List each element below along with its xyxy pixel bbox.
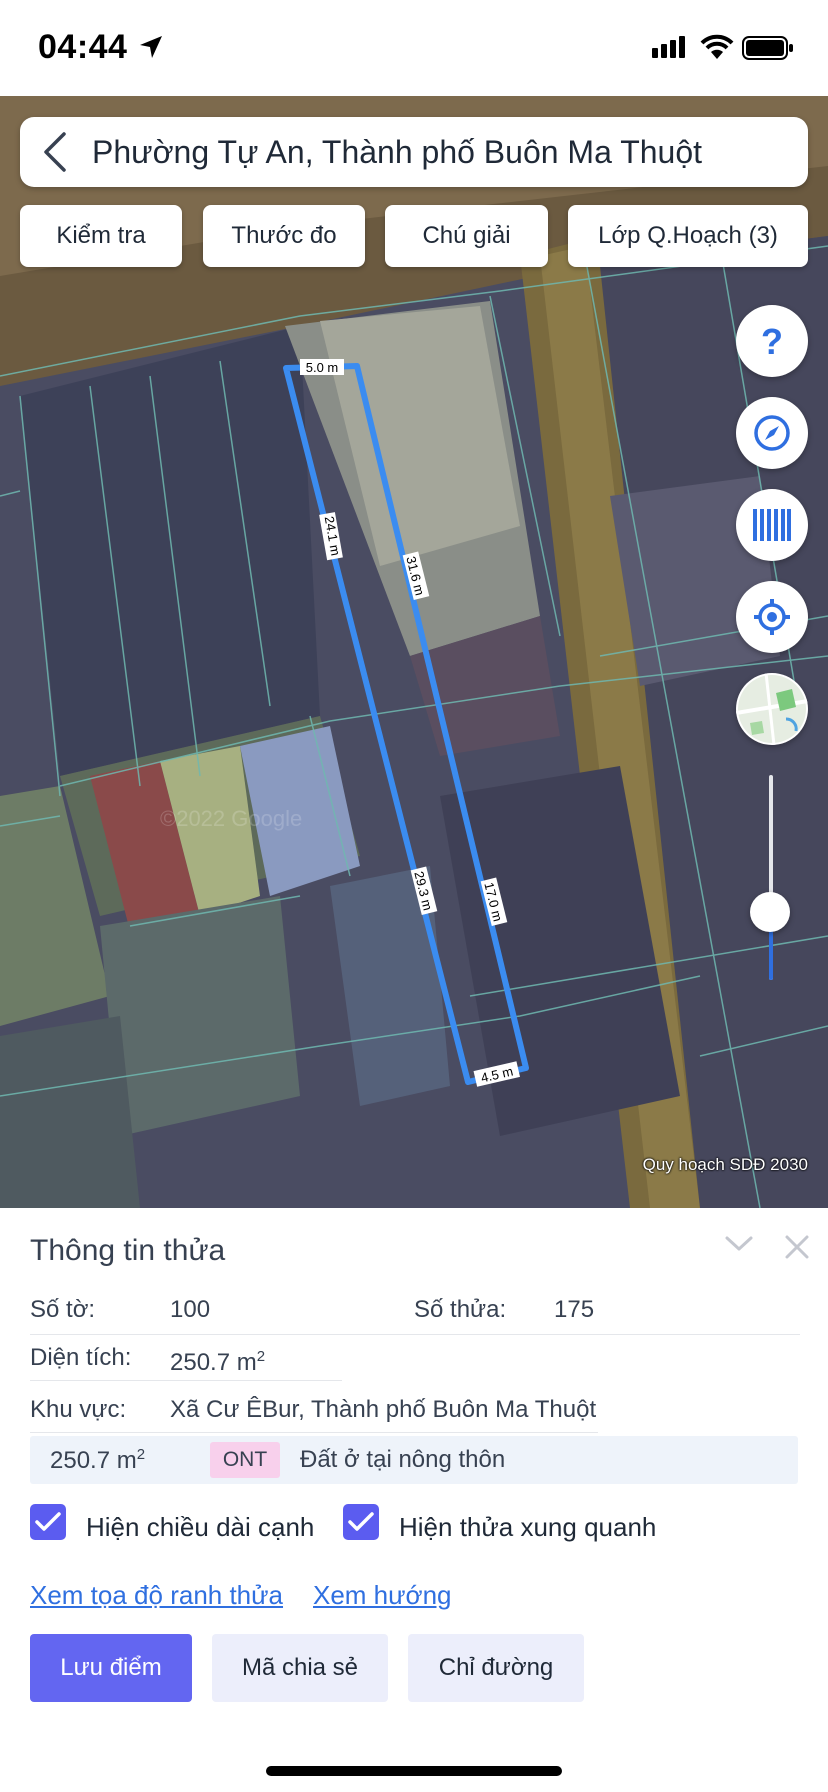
home-indicator <box>266 1766 562 1776</box>
compass-icon <box>754 415 790 451</box>
map-thumbnail-icon <box>736 673 808 745</box>
area-value: 250.7 m2 <box>170 1348 266 1376</box>
compass-button[interactable] <box>736 397 808 469</box>
back-chevron-icon[interactable] <box>42 132 68 172</box>
land-use-code-badge: ONT <box>210 1442 280 1478</box>
layer-opacity-thumb[interactable] <box>750 892 790 932</box>
map-type-button[interactable] <box>736 673 808 745</box>
show-edge-lengths-checkbox[interactable] <box>30 1504 66 1540</box>
crosshair-location-icon <box>754 599 790 635</box>
show-neighbors-label[interactable]: Hiện thửa xung quanh <box>399 1512 656 1543</box>
ruler-button[interactable]: Thước đo <box>203 205 365 267</box>
parcel-info-panel: Thông tin thửa Số tờ: 100 Số thửa: 175 D… <box>0 1208 828 1792</box>
chevron-down-icon[interactable] <box>724 1234 754 1254</box>
location-search-bar[interactable]: Phường Tự An, Thành phố Buôn Ma Thuột <box>20 117 808 187</box>
parcel-number-value: 175 <box>554 1296 595 1323</box>
planning-layers-button[interactable]: Lớp Q.Hoạch (3) <box>568 205 808 267</box>
sheet-label: Số tờ: <box>30 1296 96 1323</box>
edge-label: 5.0 m <box>306 360 339 375</box>
land-use-area: 250.7 m2 <box>50 1446 146 1474</box>
help-icon: ? <box>761 321 783 361</box>
show-neighbors-checkbox[interactable] <box>343 1504 379 1540</box>
legend-button[interactable]: Chú giải <box>385 205 548 267</box>
barcode-button[interactable] <box>736 489 808 561</box>
checkmark-icon <box>348 1512 374 1531</box>
svg-text:?: ? <box>761 321 783 361</box>
region-label: Khu vực: <box>30 1396 127 1423</box>
status-time: 04:44 <box>38 28 128 66</box>
view-direction-link[interactable]: Xem hướng <box>313 1580 452 1611</box>
area-row: Diện tích: 250.7 m2 <box>30 1334 342 1381</box>
view-coordinates-link[interactable]: Xem tọa độ ranh thửa <box>30 1580 283 1611</box>
wifi-icon <box>700 34 734 59</box>
show-edge-lengths-label[interactable]: Hiện chiều dài cạnh <box>86 1512 314 1543</box>
save-point-button[interactable]: Lưu điểm <box>30 1634 192 1702</box>
map-watermark: ©2022 Google <box>160 806 302 831</box>
my-location-button[interactable] <box>736 581 808 653</box>
location-title[interactable]: Phường Tự An, Thành phố Buôn Ma Thuột <box>92 134 702 171</box>
region-value: Xã Cư ÊBur, Thành phố Buôn Ma Thuột <box>170 1396 597 1423</box>
map-credit: Quy hoạch SDĐ 2030 <box>642 1155 808 1174</box>
status-bar: 04:44 <box>0 0 828 96</box>
location-arrow-icon <box>140 36 162 58</box>
sheet-parcel-row: Số tờ: 100 Số thửa: 175 <box>30 1284 800 1335</box>
land-use-row[interactable]: 250.7 m2 ONT Đất ở tại nông thôn <box>30 1436 798 1484</box>
help-button[interactable]: ? <box>736 305 808 377</box>
battery-icon <box>742 36 793 60</box>
barcode-icon <box>753 509 791 541</box>
land-use-description: Đất ở tại nông thôn <box>300 1446 506 1473</box>
check-button[interactable]: Kiểm tra <box>20 205 182 267</box>
area-label: Diện tích: <box>30 1344 132 1371</box>
share-code-button[interactable]: Mã chia sẻ <box>212 1634 388 1702</box>
region-row: Khu vực: Xã Cư ÊBur, Thành phố Buôn Ma T… <box>30 1380 598 1433</box>
close-icon[interactable] <box>784 1234 810 1260</box>
cellular-signal-icon <box>652 36 685 58</box>
panel-title: Thông tin thửa <box>30 1234 226 1267</box>
parcel-number-label: Số thửa: <box>414 1296 507 1323</box>
checkmark-icon <box>35 1512 61 1531</box>
sheet-value: 100 <box>170 1296 211 1323</box>
directions-button[interactable]: Chỉ đường <box>408 1634 584 1702</box>
